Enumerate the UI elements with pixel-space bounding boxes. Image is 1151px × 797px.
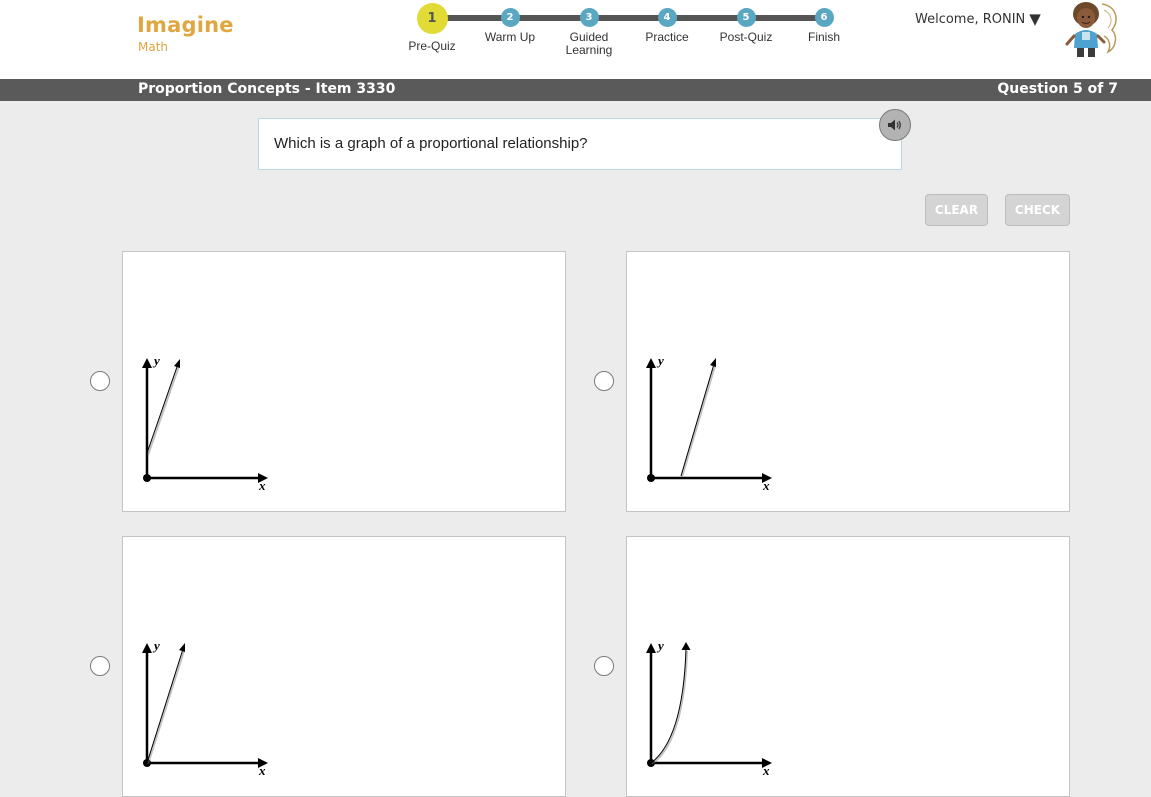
choice-d-card[interactable]: x y <box>626 536 1070 797</box>
choice-a-graph: x y <box>142 353 268 493</box>
speaker-icon <box>888 119 901 131</box>
step-finish: 6 Finish <box>784 0 864 43</box>
choice-a-card[interactable]: x y <box>122 251 566 512</box>
lesson-title: Proportion Concepts - Item 3330 <box>138 81 396 97</box>
choice-d-graph: x y <box>646 638 772 778</box>
choice-d-radio[interactable] <box>594 656 614 676</box>
x-axis-label: x <box>258 763 266 778</box>
step-label: Post-Quiz <box>719 30 773 44</box>
step-post-quiz: 5 Post-Quiz <box>706 0 786 43</box>
step-label: Practice <box>645 30 689 44</box>
choice-c-card[interactable]: x y <box>122 536 566 797</box>
step-label: Warm Up <box>484 30 536 44</box>
step-label: Guided Learning <box>565 30 613 57</box>
choice-c-graph: x y <box>142 638 268 778</box>
brand-logo[interactable]: Imagine <box>137 13 234 37</box>
caret-down-icon[interactable]: ▼ <box>1029 10 1041 28</box>
question-counter: Question 5 of 7 <box>997 81 1118 97</box>
y-axis-label: y <box>152 638 160 653</box>
step-number: 3 <box>579 8 599 27</box>
welcome-text: Welcome, RONIN <box>915 11 1026 27</box>
avatar <box>1065 2 1117 57</box>
step-number: 6 <box>814 8 834 27</box>
user-menu[interactable]: Welcome, RONIN ▼ <box>915 10 1041 28</box>
title-bar: Proportion Concepts - Item 3330 Question… <box>0 79 1151 101</box>
x-axis-label: x <box>762 763 770 778</box>
y-axis-label: y <box>656 353 664 368</box>
step-label: Finish <box>807 30 840 44</box>
step-pre-quiz: 1 Pre-Quiz <box>392 0 472 52</box>
choice-c-radio[interactable] <box>90 656 110 676</box>
check-button[interactable]: CHECK <box>1005 194 1070 226</box>
choice-b-graph: x y <box>646 353 772 493</box>
y-axis-label: y <box>152 353 160 368</box>
x-axis-label: x <box>762 478 770 493</box>
step-number: 5 <box>736 8 756 27</box>
step-practice: 4 Practice <box>627 0 707 43</box>
audio-button[interactable] <box>879 109 911 141</box>
app-header: Imagine Math 1 Pre-Quiz 2 Warm Up 3 Guid… <box>0 0 1151 79</box>
step-guided-learning: 3 Guided Learning <box>549 0 629 57</box>
choice-b-radio[interactable] <box>594 371 614 391</box>
step-number: 2 <box>500 8 520 27</box>
step-number: 1 <box>416 3 448 34</box>
x-axis-label: x <box>258 478 266 493</box>
y-axis-label: y <box>656 638 664 653</box>
step-label: Pre-Quiz <box>408 39 456 53</box>
choice-a-radio[interactable] <box>90 371 110 391</box>
step-warm-up: 2 Warm Up <box>470 0 550 43</box>
brand-subtitle: Math <box>138 40 169 54</box>
clear-button[interactable]: CLEAR <box>925 194 988 226</box>
choice-b-card[interactable]: x y <box>626 251 1070 512</box>
question-prompt: Which is a graph of a proportional relat… <box>258 118 902 170</box>
step-number: 4 <box>657 8 677 27</box>
